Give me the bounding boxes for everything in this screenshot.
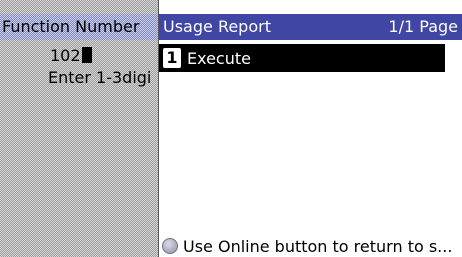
- page-indicator: 1/1 Page: [388, 17, 458, 36]
- function-number-input[interactable]: 102: [50, 46, 92, 65]
- online-button-icon: [162, 238, 178, 254]
- function-number-panel: Function Number 102 Enter 1-3digi: [0, 0, 158, 257]
- usage-report-header: Usage Report 1/1 Page: [159, 14, 462, 40]
- footer-hint: Use Online button to return to s...: [159, 236, 462, 257]
- usage-report-panel: Usage Report 1/1 Page 1 Execute Use Onli…: [158, 0, 462, 257]
- page-title: Usage Report: [163, 17, 271, 36]
- footer-hint-text: Use Online button to return to s...: [183, 237, 453, 256]
- menu-item-number-badge: 1: [163, 48, 181, 68]
- function-number-label: Function Number: [2, 17, 140, 36]
- text-cursor-icon: [81, 47, 92, 63]
- function-number-header: Function Number: [0, 14, 158, 40]
- menu-item-label: Execute: [187, 49, 251, 68]
- function-number-hint: Enter 1-3digi: [48, 68, 152, 87]
- printer-panel-screen: Function Number 102 Enter 1-3digi Usage …: [0, 0, 462, 257]
- menu-item-execute[interactable]: 1 Execute: [159, 44, 445, 72]
- function-number-value: 102: [50, 46, 81, 65]
